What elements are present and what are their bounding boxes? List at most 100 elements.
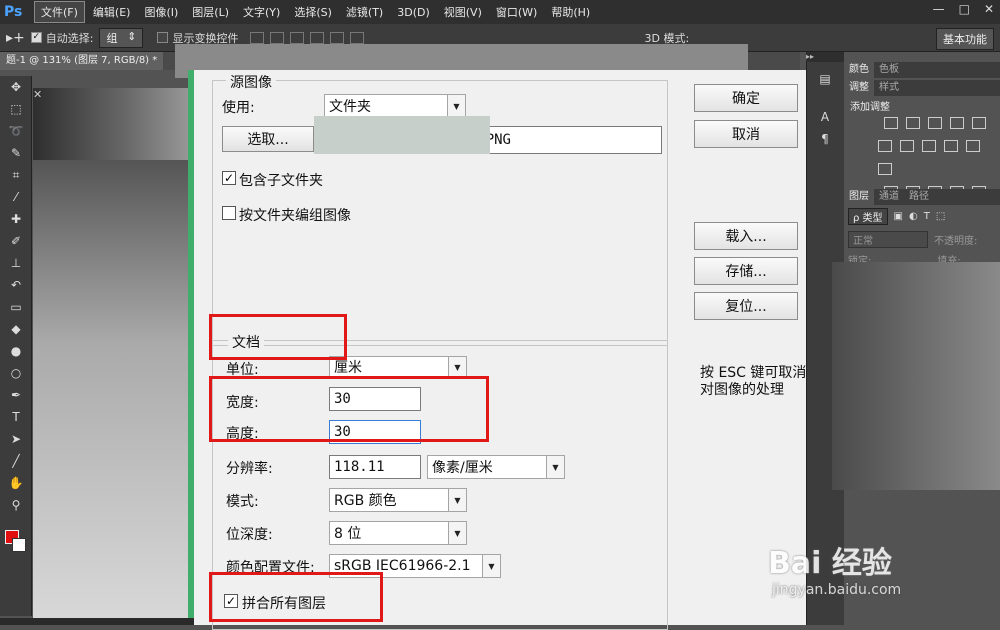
paragraph-panel-icon[interactable]: ¶	[814, 128, 836, 150]
dodge-tool-icon[interactable]: ○	[0, 362, 32, 384]
resolution-field[interactable]: 118.11	[329, 455, 421, 479]
document-tab[interactable]: 题-1 @ 131% (图层 7, RGB/8) *	[0, 52, 164, 70]
crop-tool-icon[interactable]: ⌗	[0, 164, 32, 186]
stamp-tool-icon[interactable]: ⊥	[0, 252, 32, 274]
window-controls: — □ ✕	[933, 2, 994, 16]
load-button[interactable]: 载入...	[694, 222, 798, 250]
brush-tool-icon[interactable]: ✐	[0, 230, 32, 252]
menu-select[interactable]: 选择(S)	[288, 2, 338, 22]
black-white-icon[interactable]	[922, 140, 936, 152]
healing-tool-icon[interactable]: ✚	[0, 208, 32, 230]
use-dropdown[interactable]: 文件夹 ▼	[324, 94, 466, 118]
menu-layer[interactable]: 图层(L)	[186, 2, 235, 22]
blur-tool-icon[interactable]: ●	[0, 340, 32, 362]
tab-color[interactable]: 颜色	[844, 62, 874, 78]
character-panel-icon[interactable]: A	[814, 106, 836, 128]
type-filter-icon[interactable]: T	[924, 211, 930, 222]
close-icon[interactable]: ✕	[984, 2, 994, 16]
shape-filter-icon[interactable]: ⬚	[936, 211, 945, 222]
history-brush-tool-icon[interactable]: ↶	[0, 274, 32, 296]
hand-tool-icon[interactable]: ✋	[0, 472, 32, 494]
close-icon[interactable]: ✕	[33, 88, 42, 101]
menu-view[interactable]: 视图(V)	[438, 2, 488, 22]
maximize-icon[interactable]: □	[959, 2, 970, 16]
menu-file[interactable]: 文件(F)	[34, 1, 85, 23]
ok-button[interactable]: 确定	[694, 84, 798, 112]
select-folder-button[interactable]: 选取...	[222, 126, 314, 152]
paint-bucket-tool-icon[interactable]: ◆	[0, 318, 32, 340]
align-hcenter-icon[interactable]	[330, 31, 345, 44]
eyedropper-tool-icon[interactable]: ⁄	[0, 186, 32, 208]
move-tool-icon[interactable]: ▸+	[6, 30, 25, 46]
mode-label: 模式:	[226, 494, 259, 510]
channel-mixer-icon[interactable]	[966, 140, 980, 152]
use-label: 使用:	[222, 100, 255, 116]
tab-channels[interactable]: 通道	[874, 189, 904, 205]
unit-dropdown[interactable]: 厘米 ▼	[329, 356, 467, 378]
tab-swatches[interactable]: 色板	[874, 62, 904, 78]
pen-tool-icon[interactable]: ✒	[0, 384, 32, 406]
align-right-icon[interactable]	[350, 31, 365, 44]
hue-saturation-icon[interactable]	[878, 140, 892, 152]
adjust-filter-icon[interactable]: ◐	[909, 211, 918, 222]
color-balance-icon[interactable]	[900, 140, 914, 152]
image-filter-icon[interactable]: ▣	[894, 211, 903, 222]
align-left-icon[interactable]	[310, 31, 325, 44]
mode-dropdown[interactable]: RGB 颜色 ▼	[329, 488, 467, 512]
blend-mode-dropdown[interactable]: 正常	[848, 231, 928, 248]
align-vcenter-icon[interactable]	[270, 31, 285, 44]
quick-select-tool-icon[interactable]: ✎	[0, 142, 32, 164]
line-tool-icon[interactable]: ╱	[0, 450, 32, 472]
align-top-icon[interactable]	[250, 31, 265, 44]
lasso-tool-icon[interactable]: ➰	[0, 120, 32, 142]
menu-image[interactable]: 图像(I)	[138, 2, 184, 22]
esc-hint-line2: 对图像的处理	[700, 382, 784, 398]
resolution-unit-dropdown[interactable]: 像素/厘米 ▼	[427, 455, 565, 479]
save-button[interactable]: 存储...	[694, 257, 798, 285]
depth-label: 位深度:	[226, 527, 273, 543]
tab-adjustments[interactable]: 调整	[844, 80, 874, 96]
workspace-button[interactable]: 基本功能	[936, 28, 994, 50]
chevron-down-icon: ▼	[482, 555, 500, 577]
menu-help[interactable]: 帮助(H)	[545, 2, 596, 22]
panel-collapse-icon[interactable]: ▸▸	[806, 52, 844, 62]
curves-icon[interactable]	[928, 117, 942, 129]
cancel-button[interactable]: 取消	[694, 120, 798, 148]
auto-select-option[interactable]: ✓ 自动选择:	[30, 30, 93, 46]
menu-3d[interactable]: 3D(D)	[391, 4, 436, 21]
background-color-swatch[interactable]	[12, 538, 26, 552]
reset-button[interactable]: 复位...	[694, 292, 798, 320]
path-select-tool-icon[interactable]: ➤	[0, 428, 32, 450]
show-transform-checkbox[interactable]	[157, 32, 169, 43]
auto-select-value: 组	[106, 31, 118, 45]
move-tool-icon[interactable]: ✥	[0, 76, 32, 98]
minimize-icon[interactable]: —	[933, 2, 945, 16]
auto-select-dropdown[interactable]: 组 ⇕	[99, 27, 144, 48]
mode-value: RGB 颜色	[334, 493, 397, 509]
menu-edit[interactable]: 编辑(E)	[87, 2, 137, 22]
group-by-folder-checkbox[interactable]	[222, 206, 236, 220]
levels-icon[interactable]	[906, 117, 920, 129]
brightness-icon[interactable]	[884, 117, 898, 129]
depth-dropdown[interactable]: 8 位 ▼	[329, 521, 467, 545]
photo-filter-icon[interactable]	[944, 140, 958, 152]
history-panel-icon[interactable]: ▤	[814, 68, 836, 90]
align-bottom-icon[interactable]	[290, 31, 305, 44]
color-lookup-icon[interactable]	[878, 163, 892, 175]
eraser-tool-icon[interactable]: ▭	[0, 296, 32, 318]
tab-paths[interactable]: 路径	[904, 189, 934, 205]
menu-window[interactable]: 窗口(W)	[490, 2, 543, 22]
exposure-icon[interactable]	[950, 117, 964, 129]
type-tool-icon[interactable]: T	[0, 406, 32, 428]
include-subfolders-checkbox[interactable]: ✓	[222, 171, 236, 185]
highlight-box-size	[209, 376, 489, 442]
zoom-tool-icon[interactable]: ⚲	[0, 494, 32, 516]
menu-type[interactable]: 文字(Y)	[237, 2, 286, 22]
vibrance-icon[interactable]	[972, 117, 986, 129]
layer-filter-dropdown[interactable]: ρ 类型	[848, 208, 888, 225]
auto-select-checkbox[interactable]: ✓	[30, 32, 42, 43]
tab-layers[interactable]: 图层	[844, 189, 874, 205]
menu-filter[interactable]: 滤镜(T)	[340, 2, 389, 22]
tab-styles[interactable]: 样式	[874, 80, 904, 96]
marquee-tool-icon[interactable]: ⬚	[0, 98, 32, 120]
